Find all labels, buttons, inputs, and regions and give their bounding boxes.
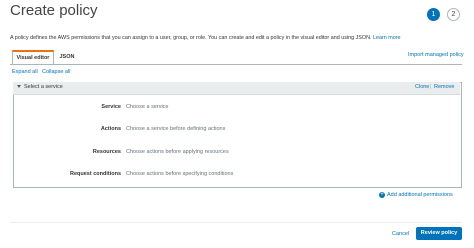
tab-visual-editor[interactable]: Visual editor — [12, 50, 54, 65]
step-1-indicator: 1 — [427, 8, 440, 21]
request-conditions-hint: Choose actions before specifying conditi… — [126, 171, 234, 177]
panel-header[interactable] — [13, 82, 460, 95]
step-2-indicator: 2 — [447, 8, 460, 21]
panel-header-label: Select a service — [24, 84, 63, 90]
remove-link[interactable]: Remove — [434, 84, 454, 90]
learn-more-link[interactable]: Learn more — [373, 35, 401, 41]
caret-down-icon[interactable] — [17, 85, 21, 88]
actions-label: Actions — [100, 126, 121, 132]
tab-json[interactable]: JSON — [56, 50, 78, 64]
page-title: Create policy — [10, 2, 98, 19]
plus-circle-icon[interactable]: + — [379, 192, 385, 198]
add-additional-permissions-link[interactable]: Add additional permissions — [387, 192, 453, 198]
intro-description: A policy defines the AWS permissions tha… — [10, 35, 372, 41]
service-label: Service — [101, 104, 121, 110]
cancel-button[interactable]: Cancel — [392, 231, 409, 237]
import-managed-policy-link[interactable]: Import managed policy — [408, 52, 464, 58]
intro-text: A policy defines the AWS permissions tha… — [10, 35, 401, 41]
tab-divider — [10, 64, 462, 65]
resources-hint: Choose actions before applying resources — [126, 149, 229, 155]
clone-link[interactable]: Clone — [415, 84, 429, 90]
resources-label: Resources — [92, 149, 121, 155]
review-policy-button[interactable]: Review policy — [416, 227, 462, 240]
expand-all-link[interactable]: Expand all — [12, 69, 38, 75]
choose-service-link[interactable]: Choose a service — [126, 104, 169, 110]
collapse-all-link[interactable]: Collapse all — [42, 69, 70, 75]
request-conditions-label: Request conditions — [69, 171, 121, 177]
actions-hint: Choose a service before defining actions — [126, 126, 226, 132]
footer-divider — [10, 222, 462, 223]
link-separator: | — [430, 84, 432, 90]
